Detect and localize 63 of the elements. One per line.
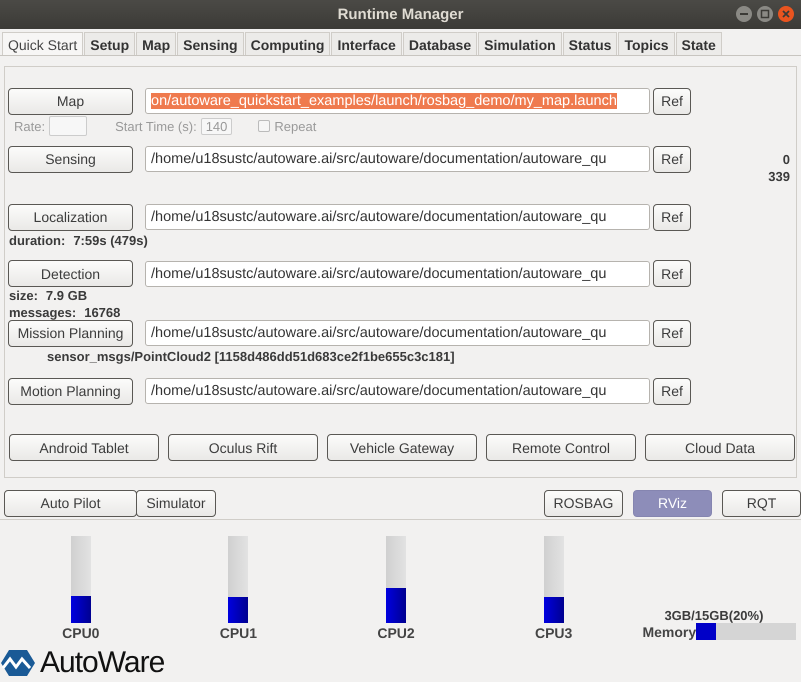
device-button[interactable]: Cloud Data [645,434,795,461]
ref-button[interactable]: Ref [653,146,691,172]
path-field[interactable]: /home/u18sustc/autoware.ai/src/autoware/documentation/autoware_qu [145,260,650,286]
auto-pilot-button[interactable]: Auto Pilot [4,490,137,516]
rate-field[interactable] [49,116,88,136]
info-value: 7:59s (479s) [73,233,148,248]
path-field[interactable]: /home/u18sustc/autoware.ai/src/autoware/documentation/autoware_qu [145,320,650,346]
repeat-label: Repeat [274,118,316,134]
cpu-label: CPU2 [377,625,415,641]
cpu-label: CPU3 [534,625,572,641]
info-label: size: [9,288,38,303]
device-button[interactable]: Remote Control [486,434,636,461]
path-field[interactable]: /home/u18sustc/autoware.ai/src/autoware/documentation/autoware_qu [145,204,650,230]
maximize-icon[interactable] [756,5,774,23]
ref-button[interactable]: Ref [653,88,691,114]
logo-icon [0,649,36,677]
topic-type: sensor_msgs/PointCloud2 [1158d486dd51d683ce2f1be655c3c181] [47,349,455,364]
tab[interactable]: Status [562,32,618,55]
cpu-label: CPU1 [220,625,258,641]
ref-button[interactable]: Ref [653,204,691,230]
ref-button[interactable]: Ref [653,260,691,287]
device-button[interactable]: Vehicle Gateway [327,434,477,461]
memory-reading: 3GB/15GB(20%) [664,608,764,623]
path-field[interactable]: /home/u18sustc/autoware.ai/src/autoware/documentation/autoware_qu [145,378,650,404]
logo-text: AutoWare [40,646,164,680]
tab[interactable]: Map [136,32,176,55]
tab[interactable]: Database [402,32,478,55]
launch-button[interactable]: Sensing [8,146,133,172]
memory-label: Memory [642,624,696,640]
window-title: Runtime Manager [338,6,464,23]
minimize-icon[interactable] [735,5,753,23]
launch-button[interactable]: Mission Planning [8,320,133,346]
simulator-button[interactable]: Simulator [136,490,216,516]
launch-button[interactable]: Motion Planning [8,378,133,404]
counter-value: 339 [768,169,790,186]
device-button[interactable]: Oculus Rift [168,434,318,461]
tab[interactable]: Topics [618,32,675,55]
tab[interactable]: Setup [84,32,136,55]
counter-value: 0 [782,152,790,169]
tab[interactable]: Computing [244,32,330,55]
tab[interactable]: State [676,32,722,55]
ref-button[interactable]: Ref [653,378,691,404]
rate-label: Rate: [14,118,46,134]
launch-button[interactable]: Detection [8,260,133,287]
tool-button[interactable]: ROSBAG [544,490,623,516]
tab[interactable]: Interface [331,32,402,55]
info-label: duration: [9,233,66,248]
info-value: 16768 [84,305,120,320]
device-button[interactable]: Android Tablet [9,434,159,461]
cpu-label: CPU0 [62,625,100,641]
tab[interactable]: Sensing [177,32,244,55]
launch-button[interactable]: Localization [8,204,133,230]
info-label: messages: [9,305,76,320]
info-value: 7.9 GB [46,288,88,303]
start-time-label: Start Time (s): [115,118,197,134]
tab[interactable]: Simulation [478,32,562,55]
tool-button[interactable]: RQT [722,490,801,516]
tab[interactable]: Quick Start [2,32,84,55]
repeat-checkbox[interactable] [258,120,270,132]
close-icon[interactable] [777,5,795,23]
launch-button[interactable]: Map [8,88,133,114]
ref-button[interactable]: Ref [653,320,691,346]
path-field[interactable]: /home/u18sustc/autoware.ai/src/autoware/documentation/autoware_qu [145,146,650,172]
